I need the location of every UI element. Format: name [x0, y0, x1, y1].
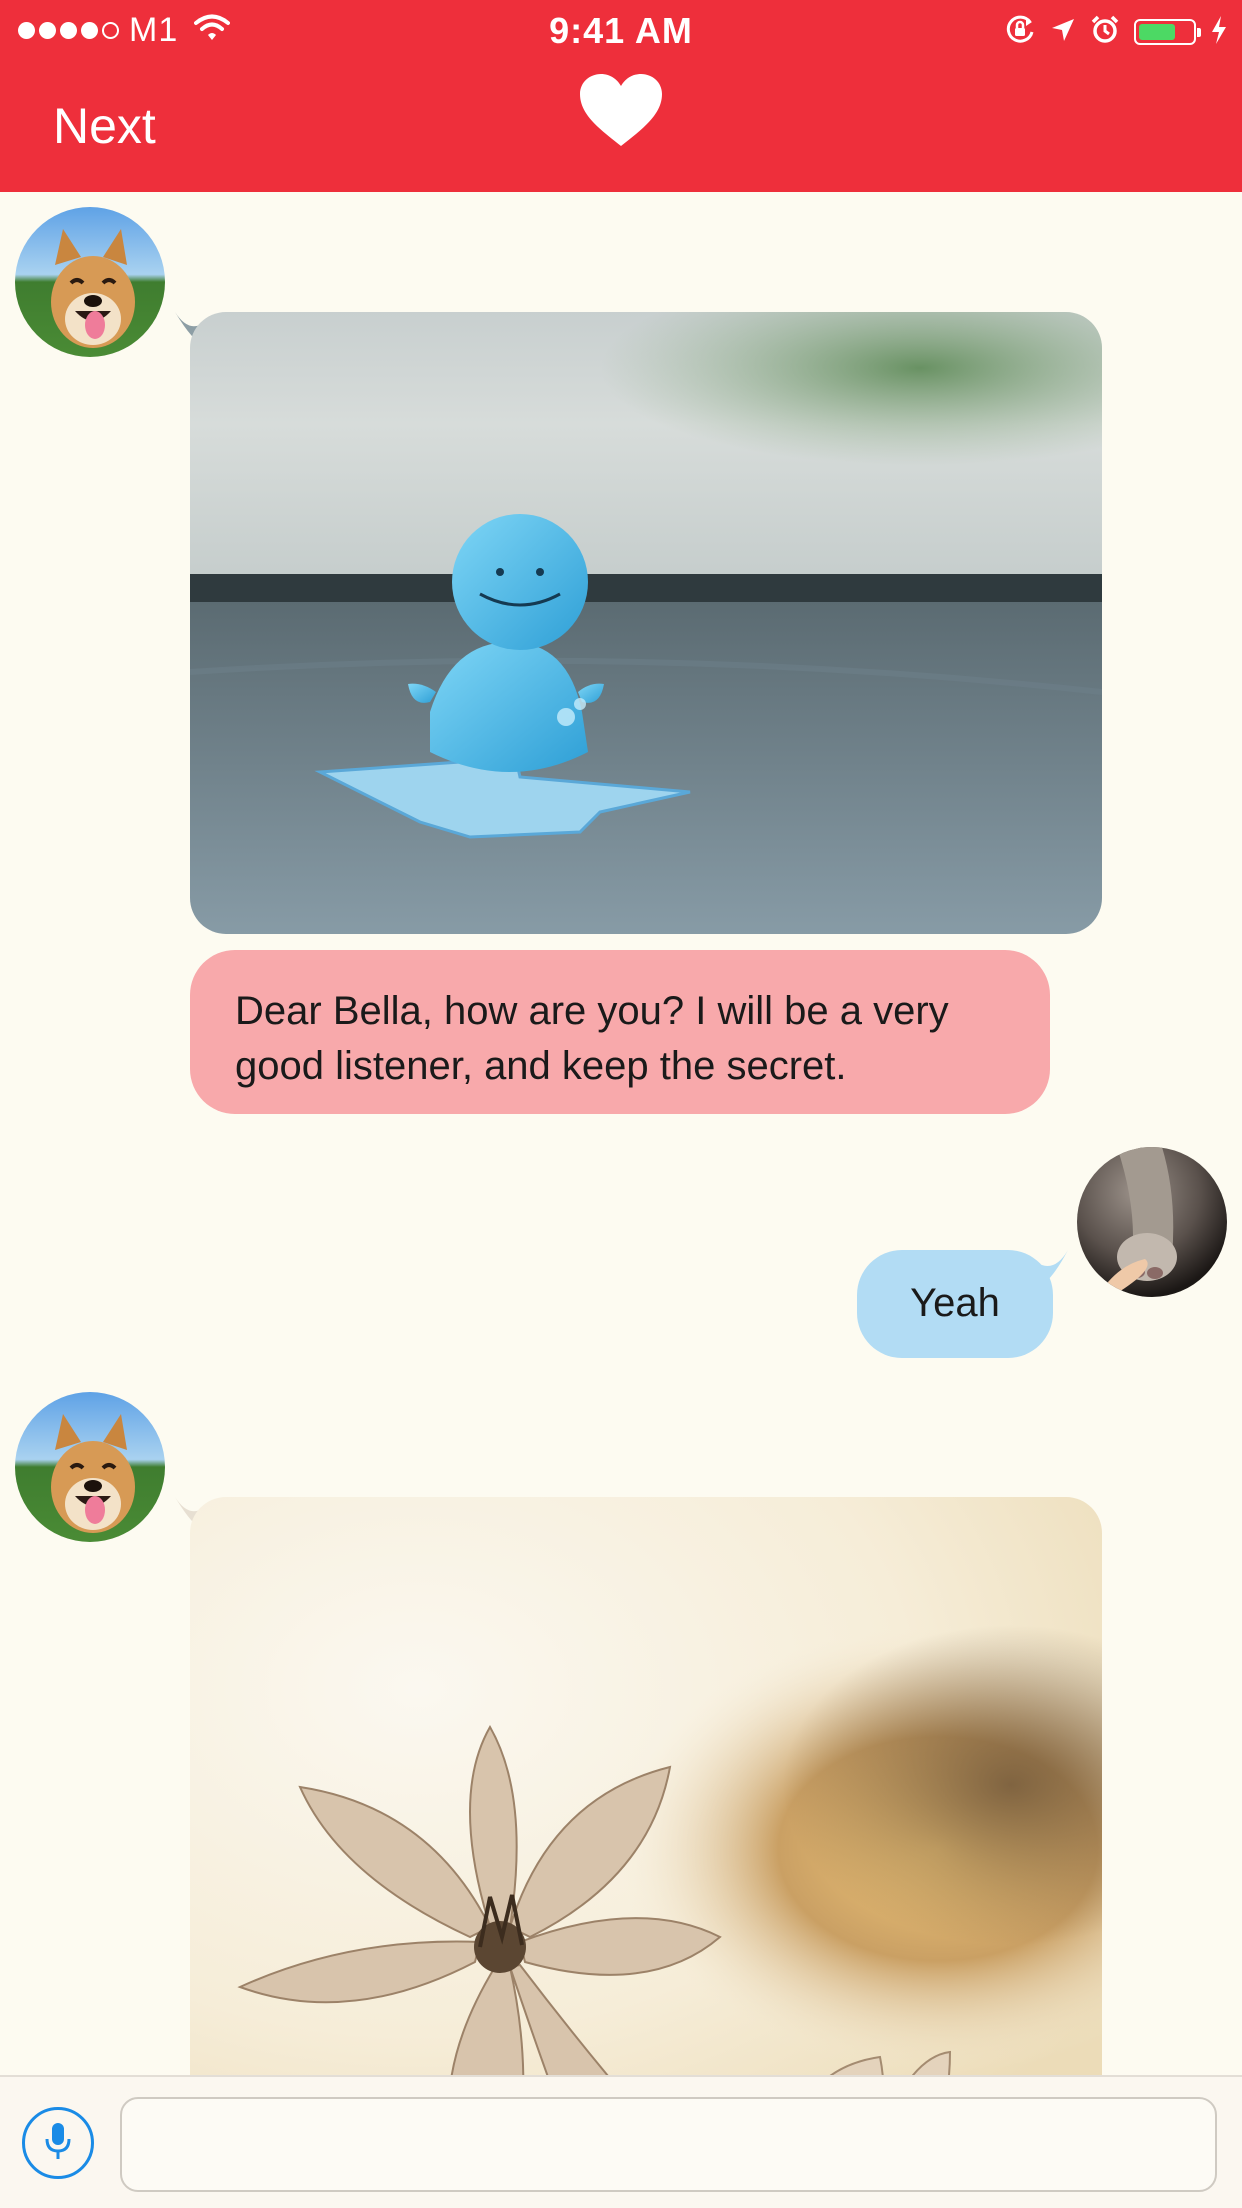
heart-icon[interactable] [578, 72, 664, 153]
input-bar [0, 2075, 1242, 2208]
blue-figurine-on-dashboard-photo[interactable] [190, 312, 1102, 934]
incoming-text-bubble[interactable]: Dear Bella, how are you? I will be a ver… [190, 950, 1050, 1114]
battery-tip [1197, 28, 1201, 37]
microphone-button[interactable] [22, 2107, 94, 2179]
next-button[interactable]: Next [53, 97, 156, 155]
chat-thread[interactable]: Dear Bella, how are you? I will be a ver… [0, 192, 1242, 2075]
orientation-lock-icon [1004, 14, 1036, 51]
message-text: Dear Bella, how are you? I will be a ver… [235, 989, 949, 1088]
status-right [1004, 12, 1228, 52]
message-text: Yeah [910, 1281, 1000, 1325]
microphone-icon [43, 2121, 73, 2166]
outgoing-text-bubble[interactable]: Yeah [857, 1250, 1053, 1358]
location-arrow-icon [1050, 17, 1076, 48]
battery-icon [1134, 19, 1201, 45]
battery-level-fill [1139, 24, 1176, 40]
dog-avatar[interactable] [15, 207, 165, 357]
cosmos-flowers-sunlight-photo[interactable] [190, 1497, 1102, 2075]
charging-bolt-icon [1210, 15, 1228, 50]
navigation-bar: Next [0, 62, 1242, 192]
alarm-icon [1090, 15, 1120, 50]
cat-paw-avatar[interactable] [1077, 1147, 1227, 1297]
dog-avatar[interactable] [15, 1392, 165, 1542]
message-input[interactable] [120, 2097, 1217, 2192]
status-bar: M1 9:41 AM [0, 0, 1242, 62]
